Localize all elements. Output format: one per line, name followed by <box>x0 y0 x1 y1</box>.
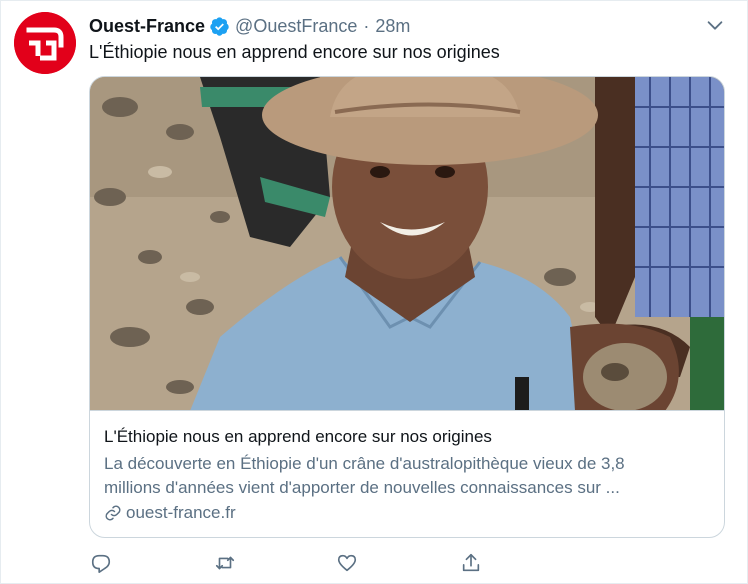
card-description-line: La découverte en Éthiopie d'un crâne d'a… <box>104 454 625 473</box>
author-handle[interactable]: @OuestFrance <box>235 16 357 37</box>
link-card[interactable]: L'Éthiopie nous en apprend encore sur no… <box>89 76 725 538</box>
card-domain-text: ouest-france.fr <box>126 503 236 522</box>
separator-dot: · <box>363 15 370 36</box>
card-description: La découverte en Éthiopie d'un crâne d'a… <box>104 452 704 500</box>
more-options-chevron-down-icon[interactable] <box>704 14 726 36</box>
card-image[interactable] <box>90 77 724 411</box>
retweet-icon[interactable] <box>212 550 238 576</box>
link-icon <box>104 504 122 522</box>
avatar[interactable] <box>14 12 76 74</box>
tweet-actions <box>88 550 508 576</box>
tweet-text: L'Éthiopie nous en apprend encore sur no… <box>89 42 500 62</box>
share-icon[interactable] <box>458 550 484 576</box>
heart-icon[interactable] <box>334 550 360 576</box>
author-name[interactable]: Ouest-France <box>89 16 205 37</box>
verified-badge-icon <box>209 16 230 37</box>
tweet-header: Ouest-France @OuestFrance · 28m <box>89 14 410 38</box>
card-title: L'Éthiopie nous en apprend encore sur no… <box>104 427 492 446</box>
ouest-france-logo-icon <box>14 12 76 74</box>
card-description-line: millions d'années vient d'apporter de no… <box>104 478 620 497</box>
tweet-timestamp[interactable]: 28m <box>375 16 410 37</box>
reply-icon[interactable] <box>88 550 114 576</box>
card-domain: ouest-france.fr <box>104 502 710 524</box>
card-body[interactable]: L'Éthiopie nous en apprend encore sur no… <box>90 412 724 537</box>
